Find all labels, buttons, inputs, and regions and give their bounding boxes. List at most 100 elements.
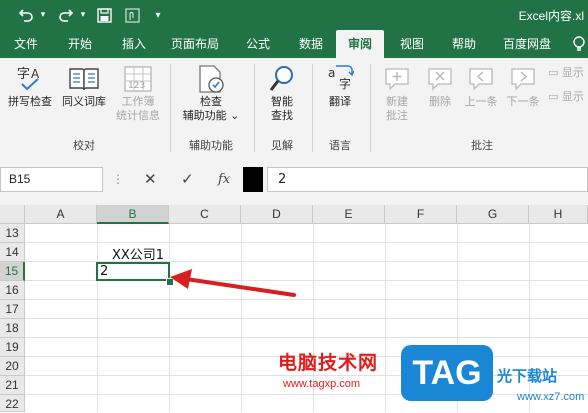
show-comments-label: 显示 xyxy=(561,66,584,79)
active-cell-b15[interactable]: 2 xyxy=(96,262,170,281)
check-accessibility-label-2: 辅助功能 ⌄ xyxy=(182,109,240,122)
column-header[interactable]: D xyxy=(241,205,313,224)
ribbon-review: 字A 拼写检查 同义词库 123 工作簿 统计信息 校对 检查 辅助功能 ⌄ 辅… xyxy=(0,58,588,157)
tab-view[interactable]: 视图 xyxy=(388,30,436,58)
row-header[interactable]: 18 xyxy=(0,319,25,338)
cell-b14[interactable]: XX公司1 xyxy=(112,244,164,263)
spell-check-icon: 字A xyxy=(17,67,40,91)
column-header[interactable]: A xyxy=(25,205,97,224)
svg-text:A: A xyxy=(31,67,40,81)
touch-mode-icon[interactable] xyxy=(122,5,142,25)
gridline xyxy=(25,242,588,243)
tab-page-layout[interactable]: 页面布局 xyxy=(164,30,226,58)
row-header[interactable]: 16 xyxy=(0,281,25,300)
group-label-accessibility: 辅助功能 xyxy=(189,139,233,152)
thesaurus-button[interactable]: 同义词库 xyxy=(58,64,110,120)
column-header[interactable]: F xyxy=(385,205,457,224)
formula-bar-handle-icon[interactable]: ⋮ xyxy=(112,172,124,186)
tab-data[interactable]: 数据 xyxy=(287,30,335,58)
row-header[interactable]: 13 xyxy=(0,224,25,243)
new-comment-button[interactable]: 新建 批注 xyxy=(376,64,418,134)
smart-lookup-button[interactable]: 智能 查找 xyxy=(258,64,306,134)
tab-file[interactable]: 文件 xyxy=(2,30,50,58)
row-header[interactable]: 22 xyxy=(0,395,25,412)
show-comments-button[interactable]: ▭ 显示 xyxy=(548,66,588,82)
svg-text:a: a xyxy=(328,66,335,80)
spell-check-label: 拼写检查 xyxy=(8,95,52,108)
lightbulb-icon[interactable] xyxy=(570,30,588,58)
enter-icon[interactable]: ✓ xyxy=(181,170,194,188)
workbook-statistics-label-2: 统计信息 xyxy=(116,109,160,122)
row-header[interactable]: 21 xyxy=(0,376,25,395)
redo-icon[interactable] xyxy=(56,5,76,25)
tab-formulas[interactable]: 公式 xyxy=(234,30,282,58)
watermark-tag-logo: TAG xyxy=(401,345,493,401)
watermark-site-name: 电脑技术网 xyxy=(278,352,379,374)
select-all-corner[interactable] xyxy=(0,205,25,224)
tab-home[interactable]: 开始 xyxy=(56,30,104,58)
check-accessibility-button[interactable]: 检查 辅助功能 ⌄ xyxy=(176,64,246,134)
group-label-insights: 见解 xyxy=(271,139,293,152)
workbook-statistics-button[interactable]: 123 工作簿 统计信息 xyxy=(112,64,164,134)
previous-comment-icon xyxy=(469,68,493,91)
ribbon-tabs: 文件 开始 插入 页面布局 公式 数据 审阅 视图 帮助 百度网盘 xyxy=(0,30,588,58)
tab-review[interactable]: 审阅 xyxy=(336,30,384,58)
group-label-comments: 批注 xyxy=(471,139,493,152)
column-header[interactable]: H xyxy=(529,205,588,224)
watermark-download-url: www.xz7.com xyxy=(517,391,585,403)
previous-comment-label: 上一条 xyxy=(464,95,498,108)
check-accessibility-label-1: 检查 xyxy=(200,95,222,108)
redo-dropdown-icon[interactable]: ▾ xyxy=(78,5,88,25)
column-header[interactable]: B xyxy=(97,205,169,224)
svg-text:123: 123 xyxy=(128,81,145,91)
tab-help[interactable]: 帮助 xyxy=(440,30,488,58)
name-box[interactable]: B15 xyxy=(0,167,103,192)
translate-icon: a字 xyxy=(328,65,354,91)
document-title: Excel内容.xl xyxy=(518,9,584,23)
formula-input[interactable]: 2 xyxy=(267,167,588,192)
insert-function-icon[interactable]: fx xyxy=(218,172,230,187)
tab-baidu-netdisk[interactable]: 百度网盘 xyxy=(494,30,560,58)
tab-insert[interactable]: 插入 xyxy=(110,30,158,58)
cancel-icon[interactable]: ✕ xyxy=(144,170,157,188)
gridline xyxy=(25,337,588,338)
row-header[interactable]: 20 xyxy=(0,357,25,376)
undo-icon[interactable] xyxy=(16,5,36,25)
column-header[interactable]: E xyxy=(313,205,385,224)
gridline xyxy=(25,318,588,319)
previous-comment-button[interactable]: 上一条 xyxy=(460,64,502,120)
group-separator xyxy=(254,64,255,152)
row-header[interactable]: 17 xyxy=(0,300,25,319)
customize-icon[interactable]: ▾ xyxy=(150,5,166,25)
color-swatch xyxy=(243,167,263,192)
group-separator xyxy=(170,64,171,152)
gridline xyxy=(25,394,588,395)
title-bar: ▾ ▾ ▾ Excel内容.xl xyxy=(0,0,588,30)
translate-button[interactable]: a字 翻译 xyxy=(316,64,364,120)
accessibility-icon xyxy=(199,65,224,93)
next-comment-label: 下一条 xyxy=(506,95,540,108)
show-comment-icon: ▭ xyxy=(548,66,559,79)
red-arrow-annotation xyxy=(170,269,296,297)
watermark-download-site: 光下载站 xyxy=(497,367,558,385)
column-header[interactable]: G xyxy=(457,205,529,224)
formula-gap xyxy=(0,197,588,205)
workbook-statistics-icon: 123 xyxy=(124,66,152,92)
smart-lookup-label-1: 智能 xyxy=(271,95,293,108)
show-all-comments-button[interactable]: ▭ 显示 xyxy=(548,90,588,106)
gridline xyxy=(25,299,588,300)
search-icon xyxy=(269,66,293,91)
row-header[interactable]: 14 xyxy=(0,243,25,262)
thesaurus-icon xyxy=(69,68,99,91)
row-header[interactable]: 19 xyxy=(0,338,25,357)
delete-comment-icon xyxy=(428,68,452,91)
column-header[interactable]: C xyxy=(169,205,241,224)
delete-comment-button[interactable]: 删除 xyxy=(420,64,460,120)
undo-dropdown-icon[interactable]: ▾ xyxy=(38,5,48,25)
save-icon[interactable] xyxy=(94,5,114,25)
next-comment-button[interactable]: 下一条 xyxy=(502,64,544,120)
spell-check-button[interactable]: 字A 拼写检查 xyxy=(4,64,56,120)
row-header[interactable]: 15 xyxy=(0,262,25,281)
worksheet-grid: A B C D E F G H 13 14 15 16 17 18 19 20 … xyxy=(0,205,588,412)
smart-lookup-label-2: 查找 xyxy=(271,109,293,122)
